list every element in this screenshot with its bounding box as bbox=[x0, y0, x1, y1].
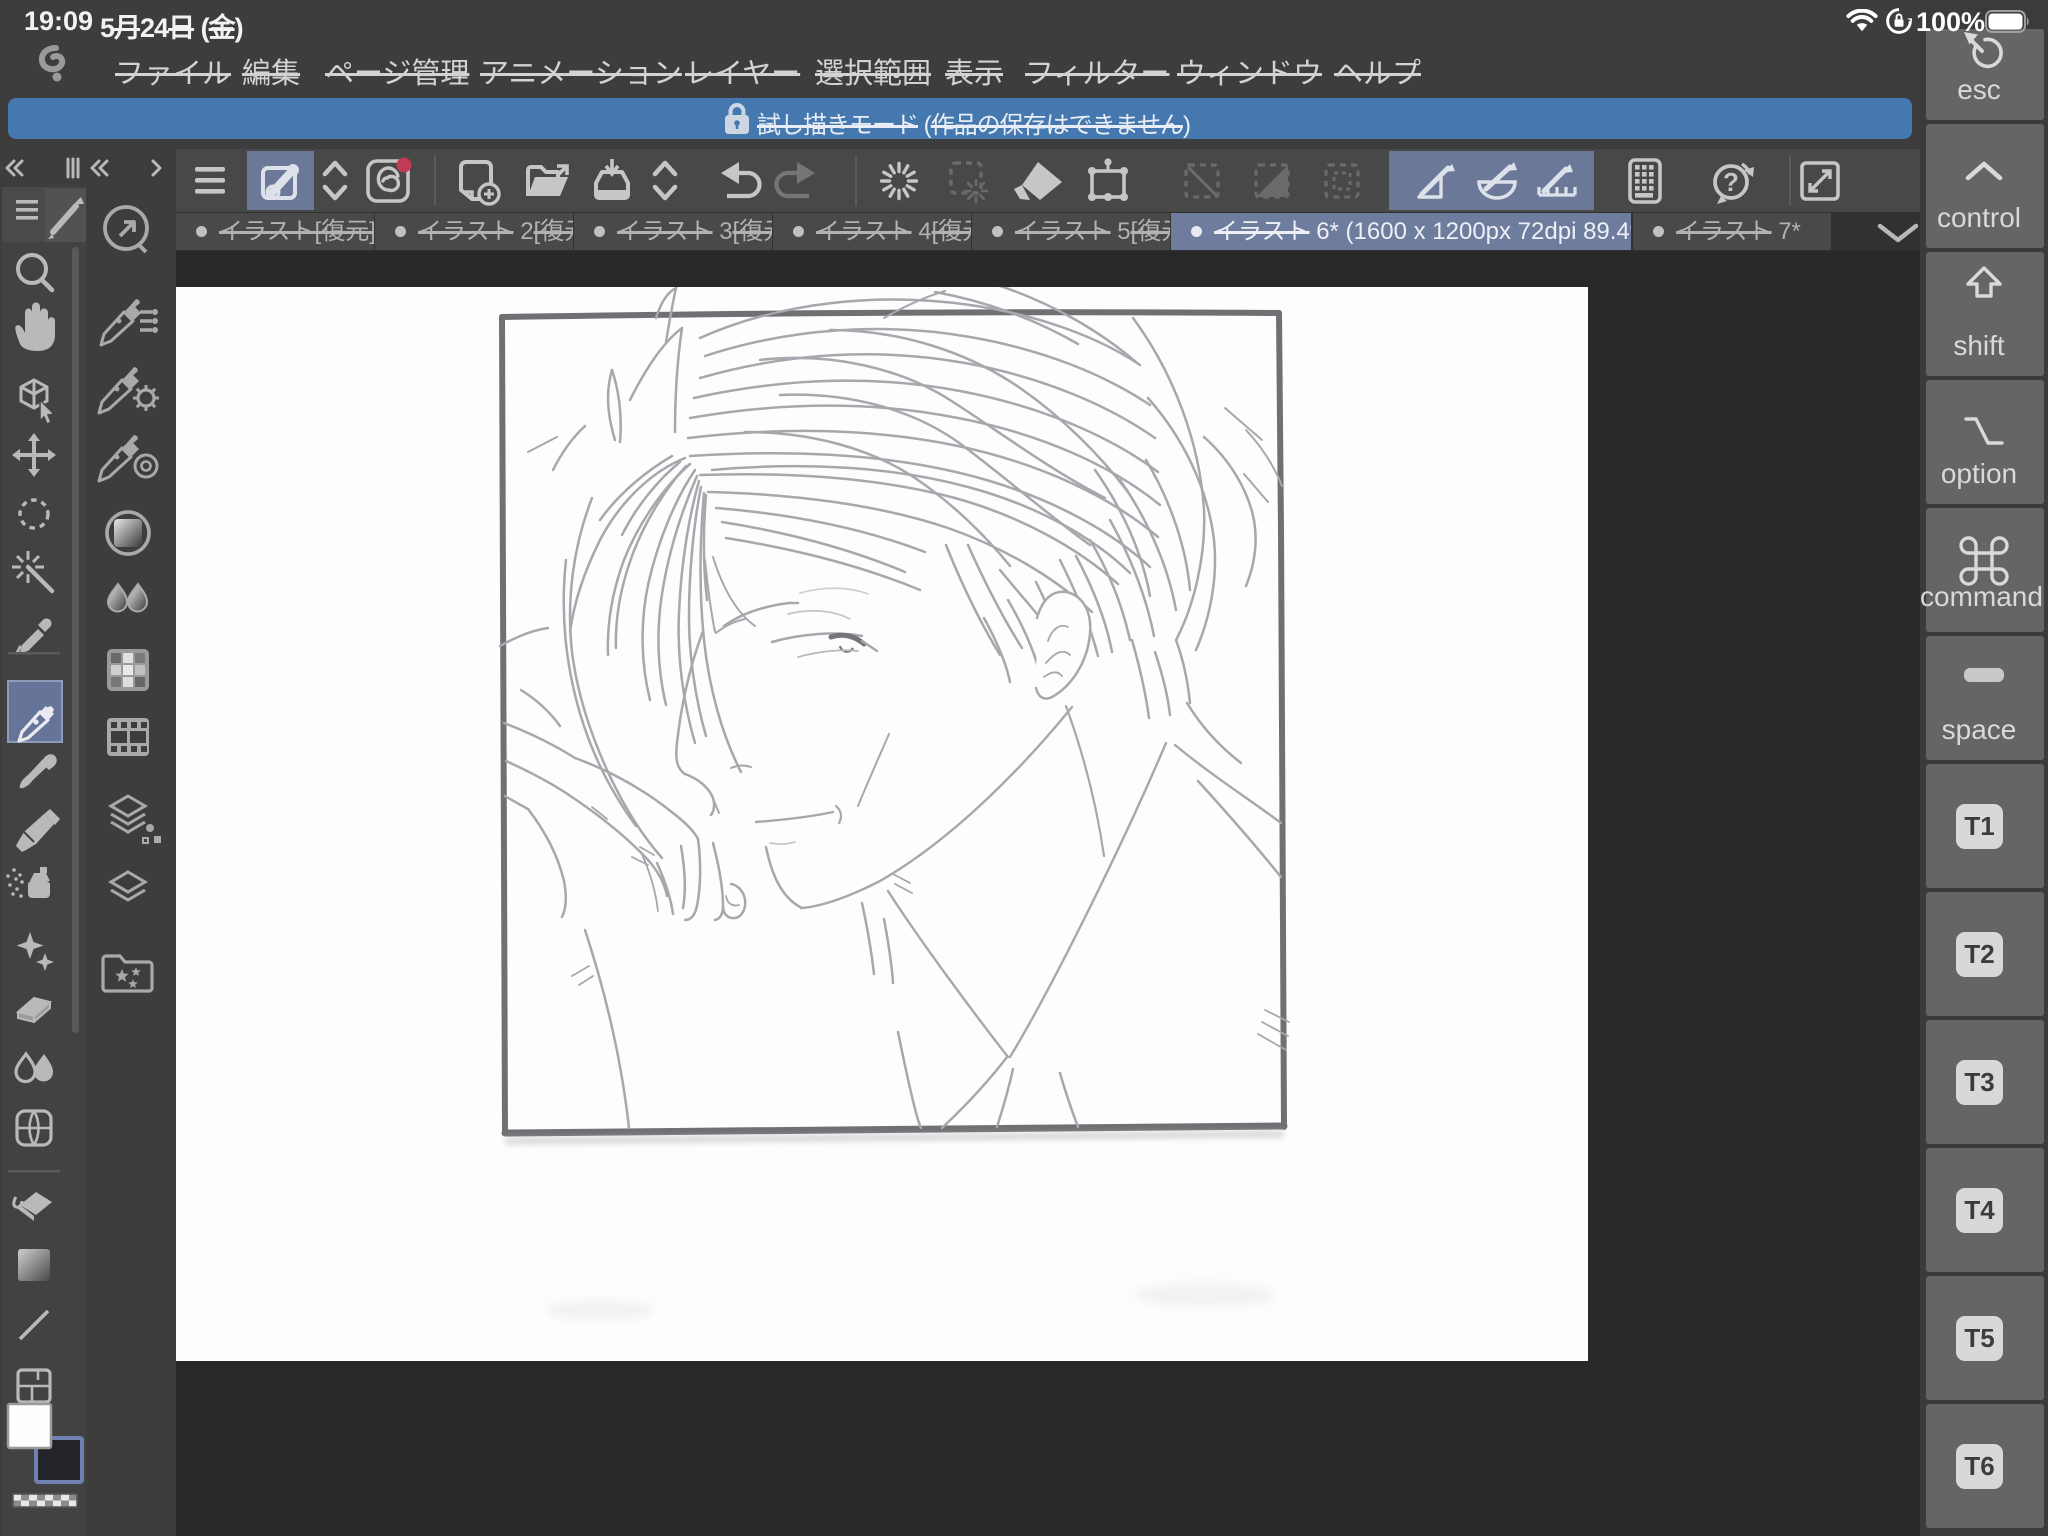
svg-text:?: ? bbox=[1723, 167, 1739, 197]
